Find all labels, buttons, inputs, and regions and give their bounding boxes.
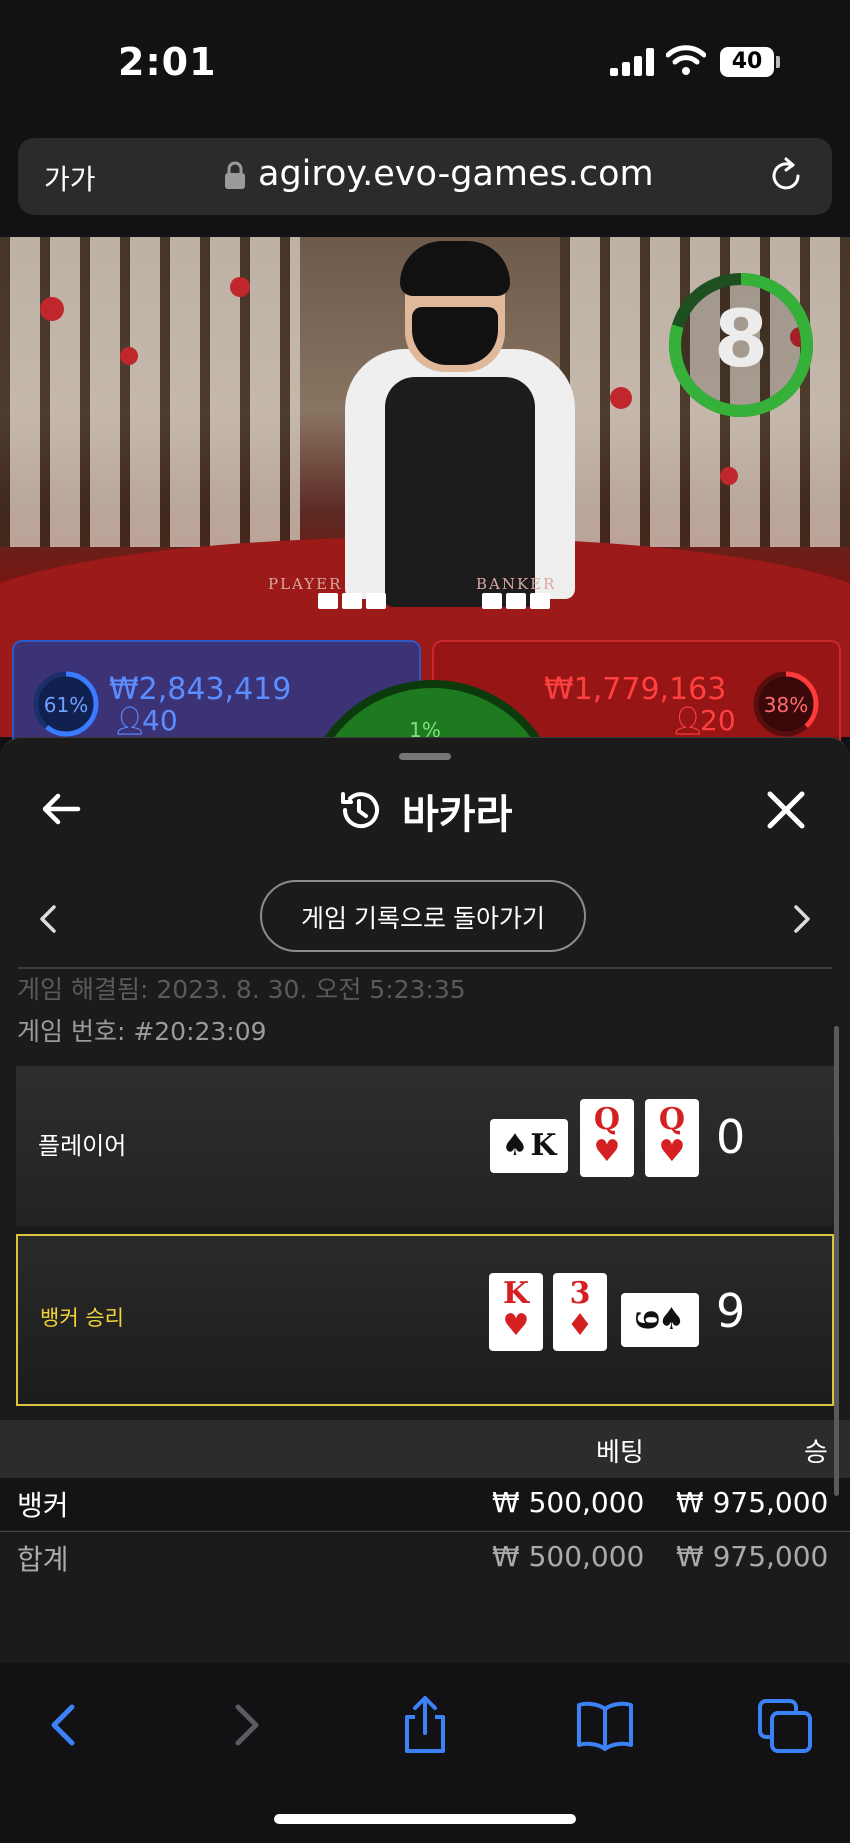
total-bet-amount: ₩ 500,000 [492, 1540, 645, 1573]
return-to-history-button[interactable]: 게임 기록으로 돌아가기 [260, 880, 586, 952]
table-player-label: PLAYER [268, 575, 343, 593]
dealer-vest [385, 377, 535, 607]
playing-card: Q ♥ [580, 1099, 634, 1177]
banker-score: 9 [716, 1284, 746, 1338]
banker-count: 20 [700, 704, 736, 737]
banker-percent: 38% [763, 693, 809, 717]
blossom-decoration [40, 297, 64, 321]
bets-table-header: 베팅 승 [0, 1420, 850, 1478]
chevron-left-icon[interactable] [36, 904, 60, 934]
table-row: 뱅커 ₩ 500,000 ₩ 975,000 [0, 1478, 850, 1530]
player-label: 플레이어 [38, 1132, 127, 1160]
win-amount: ₩ 975,000 [676, 1486, 829, 1519]
sheet-grabber[interactable] [399, 753, 451, 760]
table-card [318, 593, 338, 609]
back-chevron-icon[interactable] [34, 1695, 94, 1755]
playing-card: 3 ♦ [553, 1273, 607, 1351]
blossom-decoration [720, 467, 738, 485]
status-bar: 2:01 40 [0, 0, 850, 125]
address-bar[interactable]: 가가 agiroy.evo-games.com [18, 138, 832, 215]
table-card [530, 593, 550, 609]
playing-card: ♠ K [490, 1119, 568, 1173]
player-score: 0 [716, 1110, 746, 1164]
status-time: 2:01 [118, 40, 217, 84]
sheet-title: 바카라 [402, 792, 513, 838]
bet-name: 뱅커 [17, 1489, 69, 1522]
lock-icon [225, 161, 245, 189]
player-result-row: 플레이어 ♠ K Q ♥ Q ♥ 0 [16, 1066, 834, 1226]
folding-screen-left [0, 237, 300, 547]
wifi-icon [666, 45, 706, 75]
game-history-sheet: 바카라 게임 기록으로 돌아가기 게임 해결됨: 2023. 8. 30. 오전… [0, 737, 850, 1664]
player-count: 40 [142, 704, 178, 737]
bookmarks-icon[interactable] [575, 1695, 635, 1755]
bet-amount: ₩ 500,000 [492, 1486, 645, 1519]
home-indicator[interactable] [274, 1814, 576, 1824]
table-card [342, 593, 362, 609]
cellular-signal-icon [610, 48, 656, 76]
dealer-mask [412, 307, 498, 365]
playing-card: K ♥ [489, 1273, 543, 1351]
forward-chevron-icon[interactable] [216, 1695, 276, 1755]
banker-amount: ₩1,779,163 [544, 672, 727, 707]
table-card [482, 593, 502, 609]
close-icon[interactable] [764, 788, 808, 832]
reload-icon[interactable] [766, 156, 806, 196]
scrollbar[interactable] [834, 1026, 839, 1496]
chevron-right-icon[interactable] [790, 904, 814, 934]
player-amount: ₩2,843,419 [109, 672, 292, 707]
player-percent: 61% [43, 693, 89, 717]
dealer-hair [400, 241, 510, 296]
text-size-button[interactable]: 가가 [44, 158, 96, 198]
playing-card: Q ♥ [645, 1099, 699, 1177]
blossom-decoration [230, 277, 250, 297]
divider [18, 967, 832, 969]
bet-column-header: 베팅 [596, 1438, 644, 1468]
battery-icon: 40 [720, 47, 774, 77]
total-win-amount: ₩ 975,000 [676, 1540, 829, 1573]
win-column-header: 승 [804, 1438, 828, 1468]
url-text[interactable]: agiroy.evo-games.com [258, 154, 654, 194]
tabs-icon[interactable] [756, 1695, 816, 1755]
table-card [366, 593, 386, 609]
battery-tip [776, 56, 780, 68]
history-icon [341, 792, 379, 829]
arrow-left-icon[interactable] [40, 788, 82, 830]
game-number: 게임 번호: #20:23:09 [17, 1017, 267, 1046]
banker-win-label: 뱅커 승리 [40, 1306, 124, 1330]
table-card [506, 593, 526, 609]
game-resolved-time: 게임 해결됨: 2023. 8. 30. 오전 5:23:35 [17, 975, 466, 1004]
blossom-decoration [610, 387, 632, 409]
table-row: 합계 ₩ 500,000 ₩ 975,000 [0, 1532, 850, 1584]
table-banker-label: BANKER [476, 575, 557, 593]
share-icon[interactable] [395, 1695, 455, 1755]
blossom-decoration [120, 347, 138, 365]
countdown-number: 8 [713, 295, 769, 385]
total-label: 합계 [17, 1543, 69, 1576]
playing-card: 9 ♠ [621, 1293, 699, 1347]
banker-result-row: 뱅커 승리 K ♥ 3 ♦ 9 ♠ 9 [16, 1234, 834, 1406]
